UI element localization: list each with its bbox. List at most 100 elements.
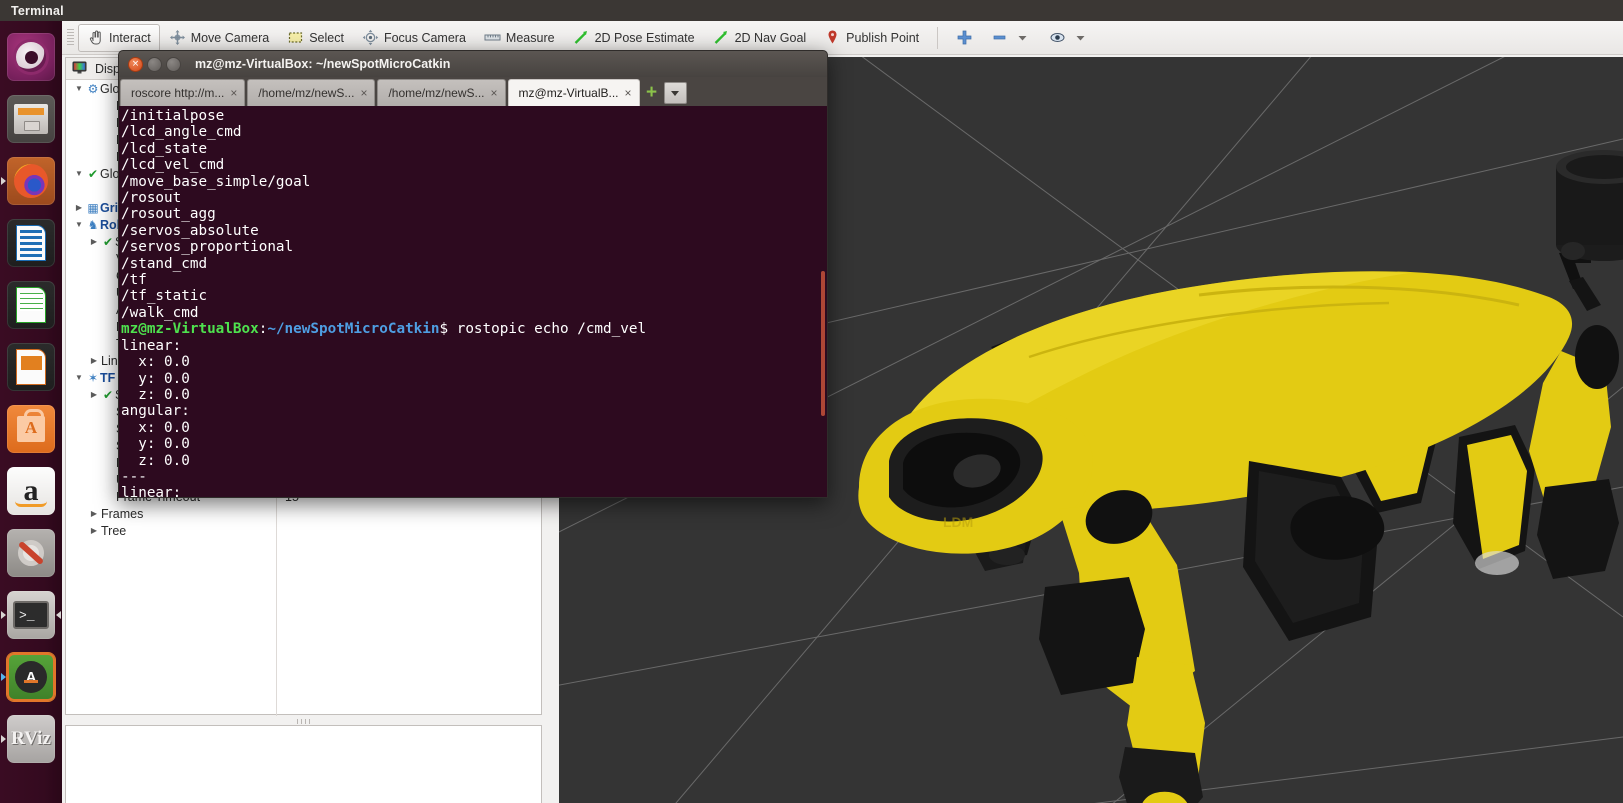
libreoffice-writer-icon [7, 219, 55, 267]
terminal-tab-label: /home/mz/newS... [258, 86, 355, 100]
terminal-output-line: --- [121, 468, 147, 485]
window-maximize-button[interactable] [166, 56, 181, 72]
display-tree-row[interactable]: ▶ Frames [66, 505, 541, 522]
terminal-output-line: x: 0.0 [121, 354, 190, 371]
hand-pointer-icon [87, 29, 104, 46]
terminal-output-line: /rosout_agg [121, 206, 216, 223]
window-minimize-button[interactable] [147, 56, 162, 72]
toolbar-grip[interactable] [67, 28, 74, 47]
terminal-output-line: z: 0.0 [121, 386, 190, 403]
terminal-output-line: /rosout [121, 190, 182, 207]
status-ok-check-icon: ✔ [102, 234, 114, 249]
green-arrow-icon [713, 29, 730, 46]
chevron-down-icon[interactable]: ▼ [72, 84, 86, 93]
chevron-down-icon [1072, 29, 1089, 46]
visibility-button[interactable] [1040, 24, 1069, 52]
panel-splitter[interactable] [65, 718, 542, 724]
terminal-output-line: /move_base_simple/goal [121, 173, 311, 190]
terminal-tab[interactable]: roscore http://m... × [120, 79, 246, 106]
launcher-item-libreoffice-calc[interactable] [0, 274, 62, 336]
minus-icon [991, 29, 1008, 46]
chevron-down-icon[interactable]: ▼ [72, 169, 86, 178]
files-icon [7, 95, 55, 143]
add-tool-button[interactable] [947, 24, 982, 52]
launcher-item-terminal[interactable]: >_ [0, 584, 62, 646]
unity-launcher: a >_ A RViz [0, 21, 62, 803]
top-panel-app-title: Terminal [11, 3, 64, 18]
terminal-prompt-line: mz@mz-VirtualBox:~/newSpotMicroCatkin$ r… [121, 321, 827, 337]
terminal-tab-bar: roscore http://m... ×/home/mz/newS... ×/ho… [118, 77, 828, 106]
tool-publish-point-label: Publish Point [846, 30, 920, 45]
launcher-item-files[interactable] [0, 88, 62, 150]
launcher-item-ubuntu-software[interactable] [0, 398, 62, 460]
status-ok-check-icon: ✔ [87, 166, 99, 181]
tab-list-dropdown[interactable] [663, 82, 687, 104]
visibility-dropdown[interactable] [1069, 24, 1098, 52]
close-icon[interactable]: × [625, 86, 632, 100]
chevron-down-icon[interactable]: ▼ [72, 373, 86, 382]
tool-measure[interactable]: Measure [475, 24, 564, 52]
chevron-right-icon[interactable]: ▶ [72, 203, 86, 212]
chevron-right-icon[interactable]: ▶ [87, 390, 101, 399]
terminal-output-line: /lcd_vel_cmd [121, 157, 225, 174]
close-icon[interactable]: × [360, 86, 367, 100]
launcher-item-amazon[interactable]: a [0, 460, 62, 522]
terminal-tab-label: roscore http://m... [131, 86, 225, 100]
tool-move-camera[interactable]: Move Camera [160, 24, 279, 52]
close-icon[interactable]: × [491, 86, 498, 100]
terminal-output-line: /tf_static [121, 288, 208, 305]
gear-icon: ⚙ [87, 81, 99, 96]
terminal-tab[interactable]: /home/mz/newS... × [377, 79, 506, 106]
tool-publish-point[interactable]: Publish Point [815, 24, 928, 52]
new-tab-button[interactable]: + [642, 79, 662, 106]
display-tree-row[interactable]: ▶ Tree [66, 522, 541, 539]
terminal-output[interactable]: /initialpose/lcd_angle_cmd/lcd_state/lcd… [118, 106, 828, 498]
launcher-item-system-settings[interactable] [0, 522, 62, 584]
grid-icon: ▦ [87, 200, 99, 215]
terminal-title-bar[interactable]: × mz@mz-VirtualBox: ~/newSpotMicroCatkin [118, 50, 828, 77]
tool-2d-nav-goal[interactable]: 2D Nav Goal [704, 24, 816, 52]
rviz-bottom-panel [65, 725, 542, 803]
tool-focus-camera-label: Focus Camera [383, 30, 466, 45]
libreoffice-impress-icon [7, 343, 55, 391]
close-icon[interactable]: × [230, 86, 237, 100]
launcher-item-firefox[interactable] [0, 150, 62, 212]
tool-move-camera-label: Move Camera [190, 30, 270, 45]
tool-measure-label: Measure [505, 30, 555, 45]
terminal-output-line: /tf [121, 272, 147, 289]
terminal-output-line: /lcd_state [121, 140, 208, 157]
firefox-icon [7, 157, 55, 205]
terminal-window-title: mz@mz-VirtualBox: ~/newSpotMicroCatkin [195, 57, 451, 71]
tool-focus-camera[interactable]: Focus Camera [353, 24, 475, 52]
map-pin-icon [824, 29, 841, 46]
tool-2d-pose-estimate[interactable]: 2D Pose Estimate [564, 24, 704, 52]
tool-interact-label: Interact [109, 30, 151, 45]
display-tree-label: Frames [101, 506, 144, 521]
remove-tool-button[interactable] [982, 24, 1011, 52]
green-arrow-icon [573, 29, 590, 46]
remove-tool-dropdown[interactable] [1011, 24, 1040, 52]
terminal-tab[interactable]: mz@mz-VirtualB... × [507, 79, 640, 106]
chevron-right-icon[interactable]: ▶ [87, 237, 101, 246]
launcher-item-libreoffice-writer[interactable] [0, 212, 62, 274]
chevron-right-icon[interactable]: ▶ [87, 526, 101, 535]
status-ok-check-icon: ✔ [102, 387, 114, 402]
terminal-tab[interactable]: /home/mz/newS... × [247, 79, 376, 106]
launcher-item-libreoffice-impress[interactable] [0, 336, 62, 398]
prompt-command: $ rostopic echo /cmd_vel [439, 321, 647, 338]
window-close-button[interactable]: × [128, 56, 143, 72]
chevron-right-icon[interactable]: ▶ [87, 509, 101, 518]
terminal-output-line: linear: [121, 485, 182, 498]
tool-select-label: Select [309, 30, 344, 45]
launcher-item-ubuntu-dash[interactable] [0, 26, 62, 88]
eye-icon [1049, 29, 1066, 46]
terminal-scrollbar[interactable] [821, 271, 825, 416]
prompt-path: ~/newSpotMicroCatkin [267, 321, 440, 338]
chevron-right-icon[interactable]: ▶ [87, 356, 101, 365]
tool-interact[interactable]: Interact [78, 23, 160, 52]
launcher-item-ros[interactable]: A [0, 646, 62, 708]
chevron-down-icon[interactable]: ▼ [72, 220, 86, 229]
tool-select[interactable]: Select [278, 24, 353, 52]
terminal-window: × mz@mz-VirtualBox: ~/newSpotMicroCatkin… [118, 50, 828, 498]
launcher-item-rviz[interactable]: RViz [0, 708, 62, 770]
